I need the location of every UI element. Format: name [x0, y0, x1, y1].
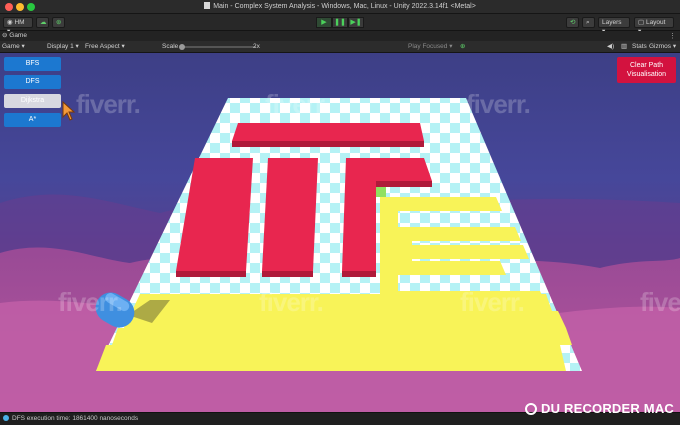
window-title: Main - Complex System Analysis - Windows…: [0, 2, 680, 10]
window-title-text: Main - Complex System Analysis - Windows…: [213, 3, 476, 10]
layers-label: Layers: [602, 19, 622, 26]
watermark-4: fiverr.: [58, 287, 123, 317]
bfs-button[interactable]: BFS: [4, 57, 61, 71]
account-label: HM: [14, 19, 25, 26]
scale-label: Scale: [162, 43, 179, 50]
play-focused-dropdown[interactable]: Play Focused ▾: [408, 41, 452, 53]
watermark-1: fiverr.: [76, 89, 141, 119]
game-viewport[interactable]: fiverr. fiverr. fiverr. fiverr. fiverr. …: [0, 53, 680, 412]
stats-button[interactable]: Stats: [632, 41, 647, 53]
scale-slider-handle[interactable]: [179, 44, 185, 50]
scale-value: 2x: [253, 43, 260, 50]
watermark-6: fiverr.: [460, 287, 525, 317]
aspect-label: Free Aspect: [85, 43, 120, 50]
recorder-icon: [525, 403, 537, 415]
aspect-dropdown[interactable]: Free Aspect ▾: [85, 41, 125, 53]
goal-tile: [376, 186, 386, 197]
clear-path-visualisation-button[interactable]: Clear Path Visualisation: [617, 57, 676, 83]
document-icon: [204, 2, 211, 9]
screen-recorder-overlay: DU RECORDER MAC: [525, 401, 674, 416]
info-icon: [3, 415, 9, 421]
layout-label: Layout: [645, 19, 666, 26]
tab-options-icon[interactable]: ⋮: [669, 32, 676, 40]
scale-slider-track[interactable]: [184, 46, 256, 48]
tab-game[interactable]: ⊖ Game: [2, 31, 27, 41]
layout-icon: ▢: [638, 19, 646, 26]
watermark-7: fiverr.: [640, 287, 680, 317]
title-bar: Main - Complex System Analysis - Windows…: [0, 0, 680, 14]
gizmos-label: Gizmos: [649, 43, 672, 50]
display-dropdown[interactable]: Display 1 ▾: [47, 41, 79, 53]
cloud-icon[interactable]: ☁: [36, 17, 49, 28]
play-button[interactable]: ▶: [316, 17, 332, 28]
display-label: Display 1: [47, 43, 74, 50]
main-toolbar: ◉ HM ▾ ☁ ⊛ ▶ ❚❚ ▶❚ ⟲ ⌕ Layers ▾ ▢ Layout…: [0, 14, 680, 35]
dfs-button[interactable]: DFS: [4, 75, 61, 89]
watermark-5: fiverr.: [259, 287, 324, 317]
tab-game-label: Game: [9, 32, 27, 39]
clear-button-line2: Visualisation: [626, 71, 667, 78]
history-icon[interactable]: ⟲: [566, 17, 579, 28]
play-controls: ▶ ❚❚ ▶❚: [316, 17, 364, 28]
status-message: DFS execution time: 1861400 nanoseconds: [12, 415, 139, 422]
display-mode-dropdown[interactable]: Game ▾: [2, 41, 25, 53]
gizmos-dropdown[interactable]: Gizmos ▾: [649, 41, 676, 53]
recorder-label: DU RECORDER MAC: [541, 401, 674, 416]
display-mode-label: Game: [2, 43, 20, 50]
dijkstra-button[interactable]: Dijkstra: [4, 94, 61, 108]
pause-button[interactable]: ❚❚: [332, 17, 348, 28]
astar-button[interactable]: A*: [4, 113, 61, 127]
clear-button-line1: Clear Path: [629, 62, 664, 69]
stats-icon[interactable]: ▥: [621, 41, 627, 53]
search-icon[interactable]: ⌕: [582, 17, 595, 28]
play-focused-label: Play Focused: [408, 43, 448, 50]
collab-icon[interactable]: ⊛: [52, 17, 65, 28]
mute-audio-icon[interactable]: ◀): [607, 41, 614, 53]
tab-row: ⊖ Game ⋮: [0, 31, 680, 41]
android-icon[interactable]: ⊕: [460, 41, 465, 53]
watermark-3: fiverr.: [466, 89, 531, 119]
layout-dropdown[interactable]: ▢ Layout ▾: [634, 17, 674, 35]
step-button[interactable]: ▶❚: [348, 17, 364, 28]
game-view-toolbar: Game ▾ Display 1 ▾ Free Aspect ▾ Scale 2…: [0, 41, 680, 53]
layers-dropdown[interactable]: Layers ▾: [598, 17, 630, 35]
mouse-cursor-icon: [62, 101, 76, 121]
watermark-2: fiverr.: [265, 89, 330, 119]
account-dropdown[interactable]: ◉ HM ▾: [3, 17, 33, 35]
